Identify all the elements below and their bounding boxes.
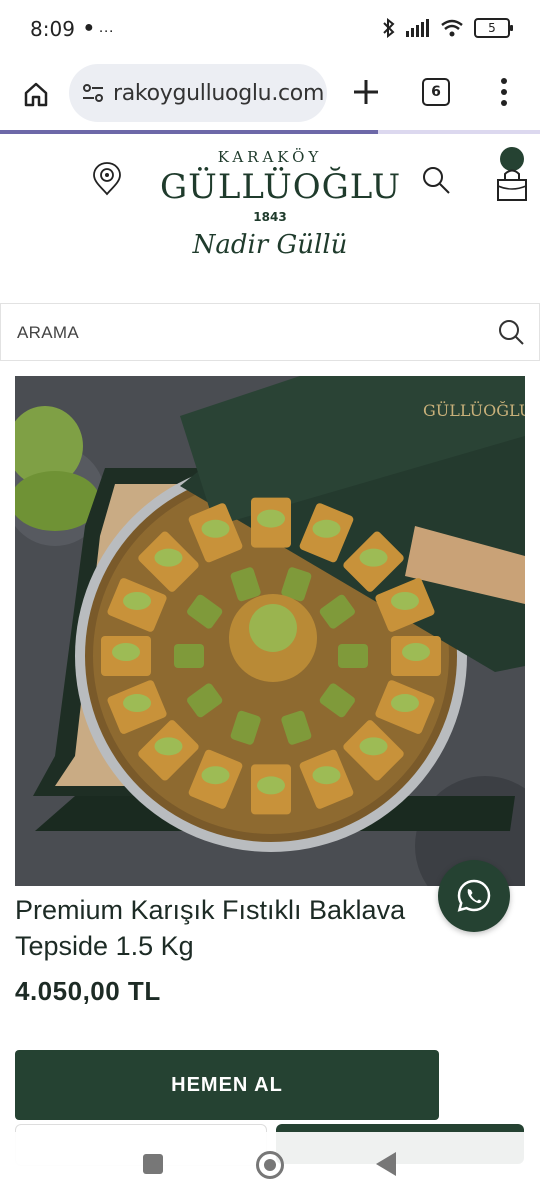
pistachio-topping	[390, 591, 419, 610]
home-icon	[24, 82, 48, 107]
notification-icons: ● …	[84, 19, 115, 36]
cart-icon[interactable]	[494, 146, 530, 202]
site-settings-icon[interactable]	[81, 81, 105, 105]
pistachio-topping	[112, 643, 140, 661]
product-photo: GÜLLÜOĞLU	[15, 376, 525, 886]
logo-top-text: KARAKÖY	[217, 148, 323, 166]
pistachio-topping	[312, 519, 341, 538]
new-tab-icon[interactable]	[348, 74, 384, 110]
site-header: KARAKÖY GÜLLÜOĞLU 1843 Nadir Güllü	[0, 134, 540, 300]
svg-text:GÜLLÜOĞLU: GÜLLÜOĞLU	[423, 400, 525, 420]
back-button[interactable]	[376, 1152, 396, 1176]
signal-icon	[406, 19, 429, 37]
search-bar	[0, 303, 540, 362]
pistachio-topping	[154, 737, 183, 756]
baklava-piece	[338, 644, 368, 668]
system-nav-bar	[0, 1132, 540, 1200]
pistachio-topping	[257, 776, 285, 795]
browser-toolbar: rakoygulluoglu.com 6	[0, 58, 540, 130]
recents-button[interactable]	[143, 1154, 163, 1174]
buy-now-button[interactable]: HEMEN AL	[15, 1050, 439, 1120]
location-pin-icon[interactable]	[90, 160, 124, 198]
pistachio-topping	[390, 694, 419, 713]
url-text: rakoygulluoglu.com	[113, 80, 325, 106]
status-time: 8:09	[30, 17, 75, 41]
logo-main-text: GÜLLÜOĞLU	[160, 167, 402, 207]
pistachio-topping	[123, 591, 152, 610]
search-icon[interactable]	[420, 164, 452, 196]
logo-signature: Nadir Güllü	[192, 230, 348, 260]
product-image[interactable]: GÜLLÜOĞLU	[15, 376, 525, 886]
system-home-button[interactable]	[256, 1151, 284, 1179]
product-title[interactable]: Premium Karışık Fıstıklı Baklava Tepside…	[15, 892, 535, 964]
pistachio-topping	[154, 548, 183, 567]
pistachio-topping	[257, 509, 285, 528]
logo-year: 1843	[253, 210, 287, 224]
menu-icon[interactable]	[494, 74, 514, 110]
tabs-button[interactable]: 6	[422, 78, 450, 106]
brand-logo[interactable]: KARAKÖY GÜLLÜOĞLU 1843 Nadir Güllü	[160, 144, 402, 294]
pistachio-topping	[312, 766, 341, 785]
status-right: 5	[382, 18, 513, 38]
url-bar[interactable]: rakoygulluoglu.com	[69, 64, 327, 122]
pistachio-topping	[359, 548, 388, 567]
pistachio-topping	[359, 737, 388, 756]
pistachio-topping	[123, 694, 152, 713]
pistachio-topping	[201, 519, 230, 538]
baklava-piece	[174, 644, 204, 668]
home-button[interactable]	[16, 74, 56, 114]
bluetooth-icon	[383, 18, 395, 38]
pistachio-topping	[402, 643, 430, 661]
battery-indicator: 5	[474, 18, 513, 38]
pistachio-topping	[201, 766, 230, 785]
search-input[interactable]	[15, 304, 479, 362]
status-bar: 8:09 ● … 5	[0, 0, 540, 58]
product-price: 4.050,00 TL	[15, 976, 161, 1006]
search-submit-icon[interactable]	[497, 318, 525, 346]
wifi-icon	[441, 19, 463, 37]
